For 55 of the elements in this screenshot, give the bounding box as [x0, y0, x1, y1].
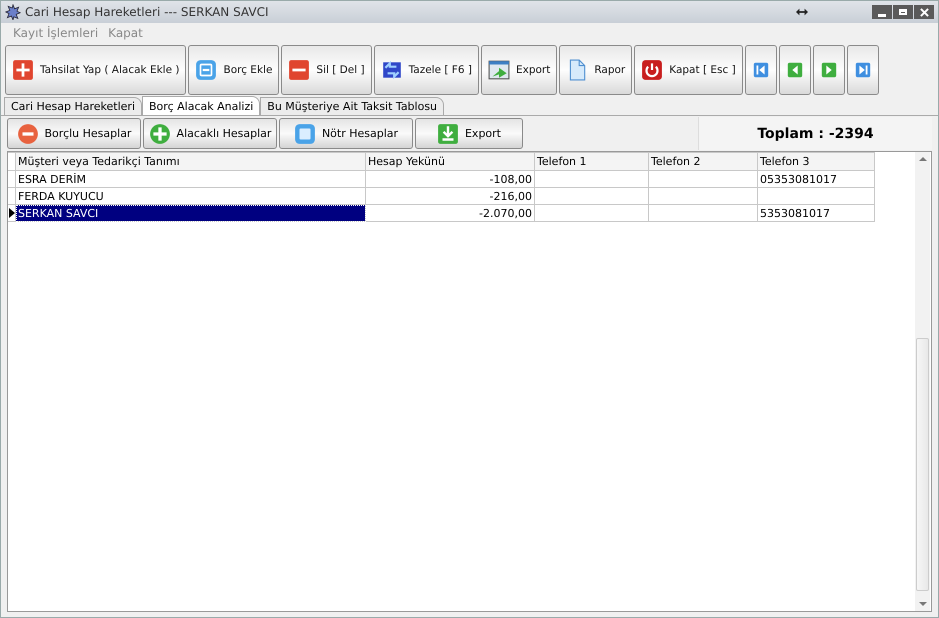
minus-icon	[288, 59, 310, 81]
filter-button[interactable]: Export	[415, 118, 523, 149]
square-icon	[294, 122, 316, 144]
column-header[interactable]: Hesap Yekünü	[366, 152, 534, 170]
app-icon	[5, 4, 21, 20]
minus-icon	[16, 122, 39, 144]
table-cell: -108,00	[490, 172, 532, 186]
resize-icon	[796, 8, 808, 16]
toolbar-button[interactable]: Tazele [ F6 ]	[374, 45, 479, 95]
tab[interactable]: Bu Müşteriye Ait Taksit Tablosu	[260, 97, 444, 115]
close-button[interactable]	[914, 5, 934, 19]
next-icon	[820, 61, 838, 79]
toolbar-button[interactable]: Export	[480, 45, 558, 95]
tab[interactable]: Cari Hesap Hareketleri	[4, 97, 142, 115]
filter-button[interactable]: Alacaklı Hesaplar	[143, 118, 277, 149]
skip-last-icon	[854, 61, 872, 79]
table-cell: -2.070,00	[479, 206, 532, 220]
table-cell: 05353081017	[760, 172, 837, 186]
column-header[interactable]: Telefon 1	[534, 152, 648, 170]
window-title: Cari Hesap Hareketleri --- SERKAN SAVCI	[25, 5, 270, 19]
column-header[interactable]: Telefon 2	[648, 152, 758, 170]
close-icon	[920, 8, 928, 16]
navigation-button[interactable]	[812, 45, 845, 95]
plus-icon	[148, 122, 171, 144]
minimize-icon	[878, 14, 886, 16]
table-cell: -216,00	[490, 190, 532, 202]
toolbar-button[interactable]: Rapor	[559, 45, 632, 95]
column-header[interactable]: Telefon 3	[758, 152, 874, 170]
toolbar-button[interactable]: Tahsilat Yap ( Alacak Ekle )	[5, 45, 186, 95]
table-cell: FERDA KUYUCU	[18, 190, 104, 202]
toolbar-button[interactable]: Kapat [ Esc ]	[634, 45, 743, 95]
column-header[interactable]: Müşteri veya Tedarikçi Tanımı	[16, 152, 366, 170]
filter-button[interactable]: Borçlu Hesaplar	[7, 118, 141, 149]
table-cell: 5353081017	[760, 206, 830, 220]
maximize-icon	[899, 9, 907, 15]
previous-icon	[786, 61, 804, 79]
navigation-button[interactable]	[778, 45, 811, 95]
refresh-icon	[380, 59, 403, 81]
download-icon	[436, 122, 459, 144]
maximize-button[interactable]	[893, 5, 913, 19]
filter-button[interactable]: Nötr Hesaplar	[279, 118, 413, 149]
minimize-button[interactable]	[872, 5, 892, 19]
tab[interactable]: Borç Alacak Analizi	[142, 96, 260, 115]
scrollbar[interactable]	[915, 152, 930, 611]
minus-icon	[195, 59, 218, 81]
total-label: Toplam : -2394	[757, 126, 874, 142]
skip-first-icon	[752, 61, 770, 79]
navigation-button[interactable]	[744, 45, 777, 95]
table-cell: ESRA DERİM	[18, 172, 86, 186]
toolbar-button[interactable]: Sil [ Del ]	[281, 45, 372, 95]
navigation-button[interactable]	[846, 45, 879, 95]
table-cell: SERKAN SAVCI	[18, 206, 98, 220]
power-icon	[641, 59, 664, 81]
plus-icon	[12, 59, 34, 81]
toolbar-button[interactable]: Borç Ekle	[188, 45, 280, 95]
